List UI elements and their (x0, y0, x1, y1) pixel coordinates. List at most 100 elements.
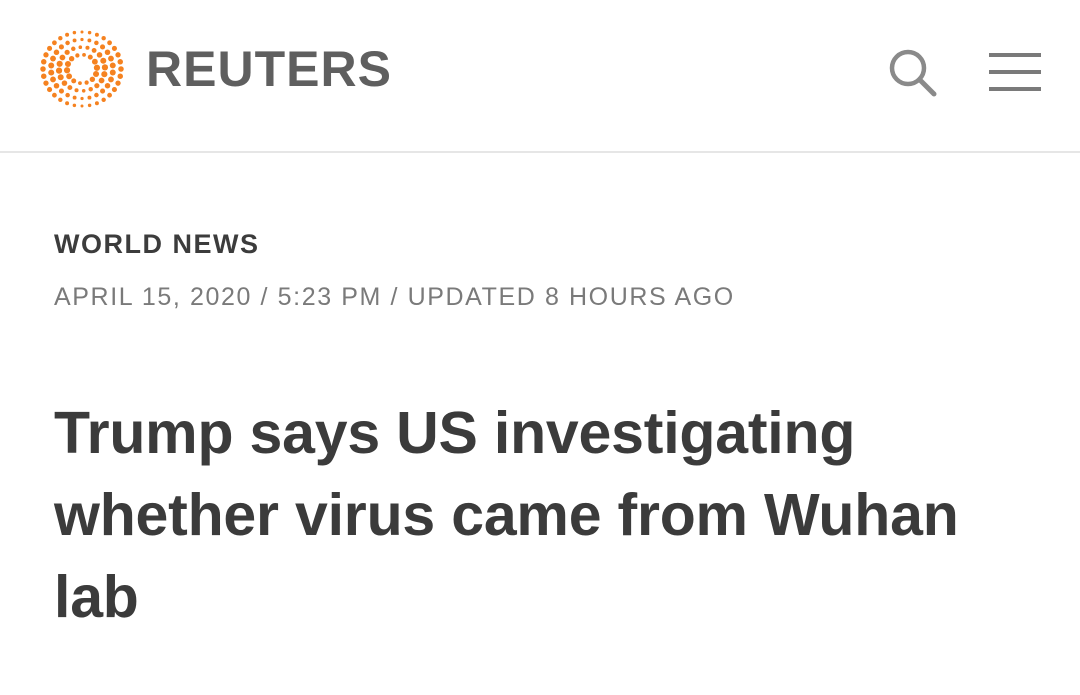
updated-time: UPDATED 8 HOURS AGO (407, 283, 735, 311)
logo-dot (85, 45, 90, 50)
logo-dot (87, 95, 92, 100)
logo-dot (50, 76, 56, 83)
logo-dot (91, 58, 98, 65)
logo-dot (91, 47, 97, 53)
logo-dot (40, 66, 46, 72)
logo-dot (109, 69, 116, 76)
logo-dot (94, 32, 99, 37)
logo-dot (118, 66, 124, 72)
logo-dot (78, 45, 83, 50)
logo-dot (109, 62, 116, 69)
logo-dot (58, 97, 63, 103)
logo-dot (47, 87, 53, 93)
logo-dot (72, 38, 77, 43)
logo-dot (101, 64, 109, 71)
logo-dot (43, 80, 49, 86)
logo-dot (100, 88, 106, 94)
logo-dot (58, 88, 64, 94)
logo-dot (94, 92, 99, 98)
meta-separator: / (252, 283, 278, 311)
logo-dot (63, 67, 71, 74)
logo-dot (108, 76, 114, 83)
logo-dot (48, 69, 55, 76)
brand-wordmark: REUTERS (146, 41, 392, 97)
logo-dot (53, 82, 60, 89)
logo-dot (93, 64, 101, 71)
logo-dot (47, 45, 53, 51)
section-link[interactable]: WORLD NEWS (54, 229, 259, 260)
logo-dot (74, 88, 79, 93)
logo-dot (115, 52, 121, 58)
logo-dot (87, 30, 92, 35)
logo-dot (68, 56, 75, 62)
logo-dot (58, 35, 63, 41)
logo-dot (89, 76, 96, 82)
logo-dot (101, 97, 106, 103)
logo-dot (64, 60, 71, 68)
search-button[interactable] (884, 44, 940, 100)
logo-dot (41, 73, 47, 79)
logo-dot (80, 30, 84, 34)
logo-dot (100, 57, 107, 64)
logo-dot (43, 52, 49, 58)
logo-dot (65, 92, 70, 98)
logo-dot (100, 44, 106, 50)
logo-dot (66, 73, 73, 80)
logo-dot (88, 86, 93, 92)
meta-separator: / (381, 283, 408, 311)
logo-dot (78, 81, 82, 85)
logo-dot (117, 73, 123, 79)
logo-dot (80, 37, 84, 42)
logo-dot (107, 92, 112, 98)
page: REUTERS WORLD NEWS APRIL 15, 2020 / 5:23… (0, 0, 1080, 695)
reuters-logo-link[interactable]: REUTERS (36, 26, 392, 112)
menu-button[interactable] (986, 48, 1044, 98)
logo-dot (94, 83, 100, 89)
logo-dot (61, 80, 68, 86)
logo-dot (94, 40, 99, 46)
logo-dot (101, 71, 108, 78)
logo-dot (87, 103, 92, 108)
logo-dot (52, 40, 57, 46)
logo-dot (57, 74, 64, 81)
logo-dot (80, 96, 84, 101)
logo-dot (94, 101, 99, 106)
reuters-dot-sphere-icon (40, 30, 124, 108)
logo-dot (65, 101, 70, 106)
logo-dot (72, 30, 77, 35)
logo-dot (65, 40, 70, 46)
logo-dot (64, 49, 70, 55)
logo-dot (111, 87, 117, 93)
logo-dot (107, 40, 112, 46)
logo-dot (52, 92, 57, 98)
logo-dot (98, 77, 105, 84)
logo-dot (48, 62, 55, 69)
logo-dot (104, 49, 111, 56)
logo-dot (87, 38, 92, 43)
logo-dot (55, 67, 63, 74)
hamburger-menu-icon (989, 53, 1041, 91)
search-icon (889, 49, 937, 97)
logo-dot (101, 35, 106, 41)
logo-dot (75, 53, 80, 58)
logo-dot (93, 70, 100, 78)
site-header: REUTERS (0, 0, 1080, 153)
logo-dot (82, 53, 86, 57)
logo-dot (71, 78, 77, 84)
logo-dot (84, 80, 89, 85)
logo-dot (53, 49, 60, 56)
logo-dot (41, 59, 47, 65)
logo-dot (117, 59, 123, 65)
logo-dot (59, 54, 66, 61)
logo-dot (96, 52, 103, 58)
logo-dot (50, 55, 56, 62)
logo-dot (115, 80, 121, 86)
publish-time: 5:23 PM (277, 283, 382, 311)
logo-dot (104, 82, 111, 89)
publish-date: APRIL 15, 2020 (54, 283, 252, 311)
logo-dot (65, 32, 70, 37)
logo-dot (111, 45, 117, 51)
logo-dot (108, 55, 114, 62)
logo-dot (71, 46, 76, 52)
logo-dot (87, 54, 93, 60)
